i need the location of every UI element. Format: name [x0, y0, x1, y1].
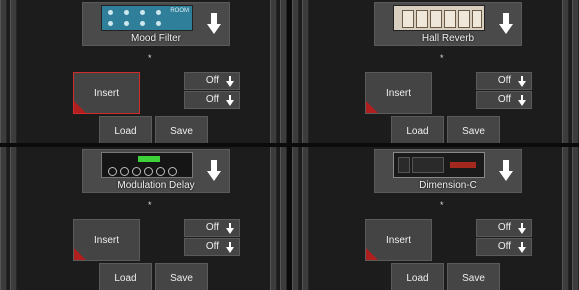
load-button[interactable]: Load [391, 263, 444, 290]
slot-panel-1: ROOM Mood Filter * Insert Off Off Load S… [0, 0, 287, 143]
toggle-label: Off [205, 241, 219, 252]
toggle-dropdown-2[interactable]: Off [476, 238, 532, 256]
toggle-dropdown-1[interactable]: Off [476, 219, 532, 237]
arrow-down-icon [226, 223, 234, 234]
plugin-thumbnail: ROOM [101, 5, 193, 31]
left-rail [0, 0, 7, 143]
marker-star: * [148, 53, 152, 63]
slot-panel-3: Modulation Delay * Insert Off Off Load S… [0, 147, 287, 290]
load-button[interactable]: Load [99, 116, 152, 143]
corner-indicator [74, 101, 86, 113]
toggle-label: Off [497, 75, 511, 86]
toggle-label: Off [497, 94, 511, 105]
insert-button[interactable]: Insert [73, 72, 140, 114]
toggle-label: Off [205, 75, 219, 86]
arrow-down-icon [226, 95, 234, 106]
arrow-down-icon [518, 242, 526, 253]
right-rail [572, 0, 579, 143]
right-rail [280, 147, 287, 290]
arrow-down-icon[interactable] [207, 13, 221, 35]
insert-label: Insert [93, 87, 119, 99]
slot-panel-2: Hall Reverb * Insert Off Off Load Save [292, 0, 579, 143]
arrow-down-icon [226, 242, 234, 253]
insert-button[interactable]: Insert [365, 219, 432, 261]
save-button[interactable]: Save [155, 263, 208, 290]
toggle-dropdown-2[interactable]: Off [184, 91, 240, 109]
arrow-down-icon [226, 76, 234, 87]
toggle-dropdown-2[interactable]: Off [184, 238, 240, 256]
toggle-dropdown-1[interactable]: Off [184, 219, 240, 237]
left-rail [10, 0, 17, 143]
left-rail [292, 147, 299, 290]
toggle-label: Off [497, 222, 511, 233]
arrow-down-icon[interactable] [499, 13, 513, 35]
marker-star: * [440, 53, 444, 63]
right-rail [270, 147, 277, 290]
plugin-thumbnail [393, 5, 485, 31]
plugin-selector[interactable]: Hall Reverb [374, 2, 522, 46]
right-rail [280, 0, 287, 143]
insert-label: Insert [93, 234, 119, 246]
corner-indicator [366, 248, 378, 260]
left-rail [302, 0, 309, 143]
arrow-down-icon [518, 95, 526, 106]
save-button[interactable]: Save [447, 116, 500, 143]
right-rail [562, 0, 569, 143]
insert-button[interactable]: Insert [365, 72, 432, 114]
left-rail [292, 0, 299, 143]
right-rail [270, 0, 277, 143]
left-rail [302, 147, 309, 290]
right-rail [572, 147, 579, 290]
plugin-selector[interactable]: Modulation Delay [82, 149, 230, 193]
slot-panel-4: Dimension-C * Insert Off Off Load Save [292, 147, 579, 290]
toggle-dropdown-2[interactable]: Off [476, 91, 532, 109]
plugin-thumbnail [393, 152, 485, 178]
marker-star: * [148, 200, 152, 210]
thumbnail-brand-text: ROOM [170, 8, 189, 14]
marker-star: * [440, 200, 444, 210]
plugin-selector[interactable]: ROOM Mood Filter [82, 2, 230, 46]
insert-button[interactable]: Insert [73, 219, 140, 261]
toggle-label: Off [205, 222, 219, 233]
toggle-label: Off [497, 241, 511, 252]
save-button[interactable]: Save [447, 263, 500, 290]
save-button[interactable]: Save [155, 116, 208, 143]
toggle-label: Off [205, 94, 219, 105]
plugin-thumbnail [101, 152, 193, 178]
load-button[interactable]: Load [391, 116, 444, 143]
insert-label: Insert [385, 87, 411, 99]
corner-indicator [366, 101, 378, 113]
load-button[interactable]: Load [99, 263, 152, 290]
left-rail [10, 147, 17, 290]
arrow-down-icon [518, 223, 526, 234]
right-rail [562, 147, 569, 290]
toggle-dropdown-1[interactable]: Off [476, 72, 532, 90]
left-rail [0, 147, 7, 290]
arrow-down-icon [518, 76, 526, 87]
toggle-dropdown-1[interactable]: Off [184, 72, 240, 90]
corner-indicator [74, 248, 86, 260]
plugin-selector[interactable]: Dimension-C [374, 149, 522, 193]
insert-label: Insert [385, 234, 411, 246]
arrow-down-icon[interactable] [207, 160, 221, 182]
arrow-down-icon[interactable] [499, 160, 513, 182]
